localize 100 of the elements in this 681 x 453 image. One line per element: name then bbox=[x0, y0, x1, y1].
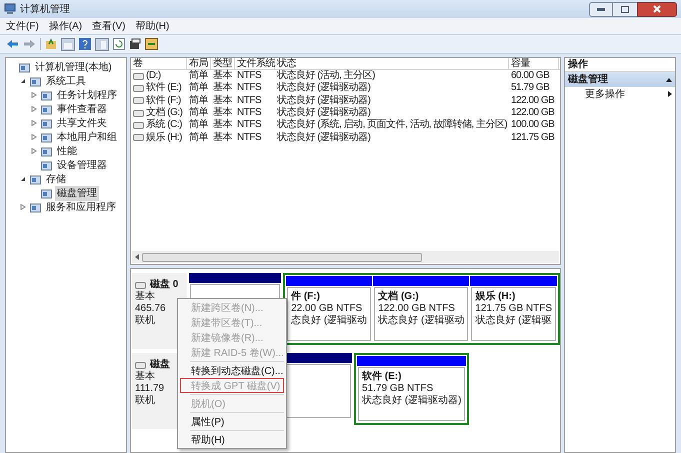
table-cell: 简单 bbox=[189, 119, 208, 132]
context-menu-item[interactable]: 属性(P) bbox=[180, 414, 284, 429]
column-header[interactable]: 状态 bbox=[275, 58, 509, 69]
horizontal-scrollbar[interactable] bbox=[132, 251, 559, 263]
disk-name: 磁盘 0 bbox=[150, 279, 178, 290]
partition-text: 娱乐 (H:) bbox=[475, 291, 516, 303]
back-icon[interactable] bbox=[6, 39, 19, 49]
tree-item[interactable]: 性能 bbox=[55, 144, 79, 158]
column-header[interactable]: 布局 bbox=[187, 58, 211, 69]
tree-item[interactable]: 系统工具 bbox=[44, 74, 88, 88]
disk-type: 基本 bbox=[135, 371, 155, 383]
tree-node-icon bbox=[30, 76, 41, 86]
table-cell: 系统 (C:) bbox=[146, 119, 182, 132]
column-header[interactable]: 文件系统 bbox=[235, 58, 275, 69]
table-cell: 60.00 GB bbox=[511, 70, 550, 82]
partition-text: 软件 (E:) bbox=[362, 371, 402, 383]
menu-item[interactable]: 帮助(H) bbox=[135, 18, 170, 34]
column-header[interactable]: 卷 bbox=[131, 58, 187, 69]
partition-text: 22.00 GB NTFS bbox=[291, 303, 364, 314]
table-cell: 122.00 GB bbox=[511, 94, 554, 107]
partition-text: 51.79 GB NTFS bbox=[362, 383, 434, 394]
tree-node-icon bbox=[41, 160, 52, 170]
partition-text: 状态良好 (逻辑驱动 bbox=[378, 315, 464, 327]
collapsed-arrow-icon[interactable] bbox=[31, 134, 37, 140]
refresh-icon[interactable] bbox=[113, 38, 125, 50]
tree-item[interactable]: 事件查看器 bbox=[55, 102, 109, 116]
table-cell: NTFS bbox=[237, 119, 262, 132]
tree-item[interactable]: 共享文件夹 bbox=[55, 116, 109, 130]
table-cell-text: 简单 bbox=[189, 107, 208, 118]
tree-item[interactable]: 存储 bbox=[44, 172, 68, 186]
tree-item[interactable]: 本地用户和组 bbox=[55, 130, 119, 144]
table-cell-text: 状态良好 (逻辑驱动器) bbox=[277, 94, 370, 106]
context-menu-item[interactable]: 帮助(H) bbox=[180, 432, 284, 447]
disk-status: 联机 bbox=[135, 315, 155, 327]
tree-node-icon bbox=[41, 118, 52, 128]
actions-section[interactable]: 磁盘管理 bbox=[565, 72, 675, 87]
table-cell-text: 基本 bbox=[213, 70, 232, 82]
scroll-left-icon[interactable] bbox=[135, 254, 139, 260]
partition-text: 状态良好 (逻辑驱动器) bbox=[362, 395, 462, 407]
expanded-arrow-icon[interactable] bbox=[20, 78, 26, 84]
tree-item[interactable]: 设备管理器 bbox=[55, 158, 109, 172]
close-button[interactable] bbox=[637, 2, 677, 16]
table-cell-text: 基本 bbox=[213, 107, 232, 118]
table-cell: NTFS bbox=[237, 94, 262, 107]
collapsed-arrow-icon[interactable] bbox=[31, 106, 37, 112]
action-item[interactable]: 更多操作 bbox=[585, 86, 625, 102]
tree-item[interactable]: 磁盘管理 bbox=[55, 186, 99, 200]
table-cell-text: (D:) bbox=[146, 70, 161, 82]
section-title: 磁盘管理 bbox=[568, 72, 608, 87]
table-cell: 基本 bbox=[213, 82, 232, 94]
minimize-button[interactable] bbox=[589, 2, 613, 16]
disk-size: 111.79 bbox=[135, 383, 164, 394]
column-header[interactable]: 类型 bbox=[211, 58, 235, 69]
tree-node-icon bbox=[30, 174, 41, 184]
collapsed-arrow-icon[interactable] bbox=[31, 148, 37, 154]
table-cell: 状态良好 (逻辑驱动器) bbox=[277, 82, 370, 94]
panel-toggle-icon[interactable] bbox=[95, 38, 109, 50]
maximize-button[interactable] bbox=[613, 2, 637, 16]
help-icon[interactable] bbox=[79, 38, 91, 50]
collapse-arrow-icon[interactable] bbox=[666, 78, 672, 82]
tree-node-icon bbox=[41, 104, 52, 114]
collapsed-arrow-icon[interactable] bbox=[31, 120, 37, 126]
table-cell: 100.00 GB bbox=[511, 119, 554, 132]
tree-item[interactable]: 任务计划程序 bbox=[55, 88, 119, 102]
disk-size: 465.76 bbox=[135, 303, 166, 314]
partition-text: 状态良好 (逻辑驱 bbox=[475, 315, 552, 327]
table-cell-text: 文档 (G:) bbox=[146, 107, 182, 118]
app-icon bbox=[4, 3, 16, 15]
collapsed-arrow-icon[interactable] bbox=[20, 204, 26, 210]
up-folder-icon[interactable] bbox=[45, 38, 57, 50]
tree-item[interactable]: 服务和应用程序 bbox=[44, 200, 118, 214]
collapsed-arrow-icon[interactable] bbox=[31, 92, 37, 98]
table-cell: 51.79 GB bbox=[511, 82, 550, 94]
table-cell-text: 状态良好 (活动, 主分区) bbox=[277, 70, 375, 82]
table-cell: 基本 bbox=[213, 119, 232, 132]
table-cell: NTFS bbox=[237, 132, 262, 144]
menu-item[interactable]: 查看(V) bbox=[92, 18, 126, 34]
table-cell: NTFS bbox=[237, 70, 262, 82]
table-cell: 121.75 GB bbox=[511, 132, 554, 144]
forward-icon[interactable] bbox=[23, 39, 36, 49]
table-cell-text: 基本 bbox=[213, 94, 232, 106]
tree-node-icon bbox=[41, 132, 52, 142]
column-header[interactable]: 容量 bbox=[509, 58, 559, 69]
menu-item[interactable]: 操作(A) bbox=[48, 18, 82, 34]
expanded-arrow-icon[interactable] bbox=[20, 176, 26, 182]
menu-item[interactable]: 文件(F) bbox=[6, 18, 39, 34]
table-cell-text: 状态良好 (逻辑驱动器) bbox=[277, 107, 370, 118]
table-cell: NTFS bbox=[237, 107, 262, 120]
table-cell: NTFS bbox=[237, 82, 262, 94]
close-icon bbox=[653, 5, 661, 13]
table-cell: 软件 (E:) bbox=[146, 82, 182, 94]
table-cell-text: 简单 bbox=[189, 94, 208, 106]
table-cell: 状态良好 (系统, 启动, 页面文件, 活动, 故障转储, 主分区) bbox=[277, 119, 508, 132]
panel-toggle-icon[interactable] bbox=[61, 38, 75, 50]
table-cell-text: 简单 bbox=[189, 70, 208, 82]
context-menu-item[interactable]: 转换到动态磁盘(C)... bbox=[180, 363, 284, 378]
tree-item[interactable]: 计算机管理(本地) bbox=[33, 60, 114, 74]
table-cell-text: 软件 (F:) bbox=[146, 94, 181, 106]
partition-text: 态良好 (逻辑驱动 bbox=[291, 315, 368, 327]
table-cell: 122.00 GB bbox=[511, 107, 554, 120]
